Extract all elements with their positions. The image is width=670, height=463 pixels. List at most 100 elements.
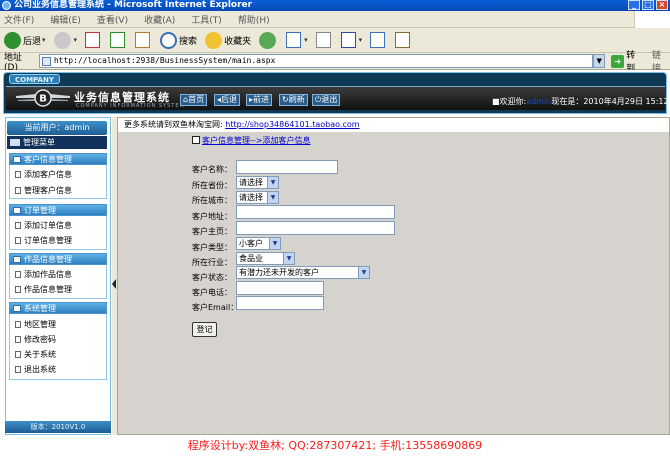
nav-home-button[interactable]: ⌂首页	[180, 94, 208, 106]
sidebar-item-add-order[interactable]: 添加订单信息	[12, 219, 107, 232]
province-select[interactable]: 请选择 ▼	[236, 176, 279, 189]
welcome-username[interactable]: admin	[526, 97, 551, 106]
folder-icon	[13, 256, 21, 263]
folder-icon	[13, 207, 21, 214]
customer-homepage-input[interactable]	[236, 221, 395, 235]
nav-exit-button[interactable]: ⏻退出	[312, 94, 341, 106]
mail-button[interactable]: ▾	[286, 32, 308, 48]
customer-type-value: 小客户	[239, 239, 263, 248]
sidebar-item-add-customer[interactable]: 添加客户信息	[12, 168, 107, 181]
promo-link[interactable]: http://shop34864101.taobao.com	[225, 120, 359, 129]
sidebar-item-label: 添加客户信息	[24, 170, 72, 179]
group-orders[interactable]: 订单管理	[9, 204, 107, 216]
favorites-button[interactable]: 收藏夹	[205, 31, 251, 49]
home-icon	[135, 32, 151, 48]
nav-forward-button[interactable]: ▸前进	[246, 94, 273, 106]
history-icon	[259, 31, 277, 49]
history-button[interactable]	[259, 31, 278, 49]
group-system[interactable]: 系统管理	[9, 302, 107, 314]
sidebar-item-manage-order[interactable]: 订单信息管理	[12, 234, 107, 247]
word-icon	[340, 32, 356, 48]
address-field-label: 客户地址：	[192, 212, 232, 221]
page-icon	[15, 171, 21, 178]
promo-note: 更多系统请到双鱼林淘宝网: http://shop34864101.taobao…	[118, 118, 669, 132]
address-url: http://localhost:2938/BusinessSystem/mai…	[53, 56, 276, 65]
register-button[interactable]: 登记	[192, 322, 217, 337]
nav-forward-label: 前进	[253, 95, 270, 104]
close-button[interactable]: ×	[656, 0, 668, 10]
messenger-button[interactable]	[395, 32, 412, 48]
sidebar-item-manage-customer[interactable]: 管理客户信息	[12, 184, 107, 197]
version-bar: 版本：2010V1.0	[5, 421, 111, 433]
chevron-down-icon: ▼	[267, 177, 278, 188]
menu-file[interactable]: 文件(F)	[4, 13, 34, 26]
forward-button[interactable]: ▾	[53, 31, 77, 49]
industry-select[interactable]: 食品业 ▼	[236, 252, 295, 265]
discuss-button[interactable]	[370, 32, 387, 48]
group-customers-title: 客户信息管理	[24, 155, 72, 164]
menu-edit[interactable]: 编辑(E)	[50, 13, 81, 26]
nav-back-button[interactable]: ◂后退	[214, 94, 241, 106]
nav-home-label: 首页	[188, 95, 205, 104]
customer-phone-input[interactable]	[236, 281, 324, 295]
province-label: 所在省份：	[192, 181, 232, 190]
minimize-button[interactable]: _	[628, 0, 640, 10]
address-dropdown-button[interactable]: ▼	[593, 54, 606, 68]
winged-b-logo-icon: B	[16, 89, 70, 107]
research-icon	[395, 32, 411, 48]
group-works[interactable]: 作品信息管理	[9, 253, 107, 265]
back-button[interactable]: 后退 ▾	[4, 31, 46, 49]
window-title-bar: 公司业务信息管理系统 - Microsoft Internet Explorer…	[0, 0, 670, 11]
edit-button[interactable]: ▾	[340, 32, 362, 48]
folder-icon	[13, 305, 21, 312]
customer-status-select[interactable]: 有潜力还未开发的客户 ▼	[236, 266, 370, 279]
address-bar: 地址(D) http://localhost:2938/BusinessSyst…	[0, 51, 670, 74]
sidebar-item-change-password[interactable]: 修改密码	[12, 333, 107, 346]
customer-name-input[interactable]	[236, 160, 338, 174]
breadcrumb-text: 客户信息管理-->添加客户信息	[202, 136, 311, 145]
menu-tools[interactable]: 工具(T)	[191, 13, 222, 26]
sidebar-item-logout[interactable]: 退出系统	[12, 363, 107, 376]
group-customers[interactable]: 客户信息管理	[9, 153, 107, 165]
page-icon	[15, 286, 21, 293]
nav-exit-label: 退出	[321, 95, 338, 104]
current-user-bar: 当前用户：admin	[7, 121, 107, 135]
maximize-button[interactable]: □	[642, 0, 654, 10]
sidebar-item-about[interactable]: 关于系统	[12, 348, 107, 361]
sidebar-item-regions[interactable]: 地区管理	[12, 318, 107, 331]
sidebar-item-label: 添加作品信息	[24, 270, 72, 279]
stop-button[interactable]	[85, 32, 102, 48]
customer-status-label: 客户状态：	[192, 273, 232, 282]
customer-address-input[interactable]	[236, 205, 395, 219]
sidebar-item-manage-work[interactable]: 作品信息管理	[12, 283, 107, 296]
menu-help[interactable]: 帮助(H)	[238, 13, 270, 26]
print-button[interactable]	[315, 32, 333, 48]
sidebar-item-label: 退出系统	[24, 365, 56, 374]
city-select[interactable]: 请选择 ▼	[236, 191, 279, 204]
address-input[interactable]: http://localhost:2938/BusinessSystem/mai…	[38, 54, 594, 68]
customer-type-select[interactable]: 小客户 ▼	[236, 237, 281, 250]
sidebar-item-label: 作品信息管理	[24, 285, 72, 294]
footer-credits: 程序设计by:双鱼林; QQ:287307421; 手机:13558690869	[187, 439, 483, 452]
city-value: 请选择	[239, 193, 263, 202]
province-value: 请选择	[239, 178, 263, 187]
breadcrumb[interactable]: 客户信息管理-->添加客户信息	[192, 135, 310, 146]
star-icon	[205, 31, 223, 49]
menu-favorites[interactable]: 收藏(A)	[144, 13, 175, 26]
nav-refresh-button[interactable]: ↻刷新	[279, 94, 308, 106]
system-subtitle: COMPANY INFORMATION SYSTEM	[76, 103, 185, 109]
sidebar-item-add-work[interactable]: 添加作品信息	[12, 268, 107, 281]
refresh-button[interactable]	[110, 32, 127, 48]
browser-toolbar: 后退 ▾ ▾ 搜索 收藏夹 ▾ ▾	[0, 28, 670, 53]
menu-view[interactable]: 查看(V)	[97, 13, 128, 26]
home-button[interactable]	[135, 32, 152, 48]
discuss-icon	[370, 32, 386, 48]
homepage-label: 客户主页：	[192, 227, 232, 236]
search-icon	[160, 31, 178, 49]
customer-email-input[interactable]	[236, 296, 324, 310]
page-icon	[15, 351, 21, 358]
search-button[interactable]: 搜索	[160, 31, 197, 49]
customer-type-label: 客户类型：	[192, 243, 232, 252]
collapse-arrow-icon[interactable]	[112, 279, 116, 289]
menu-icon	[10, 139, 20, 146]
